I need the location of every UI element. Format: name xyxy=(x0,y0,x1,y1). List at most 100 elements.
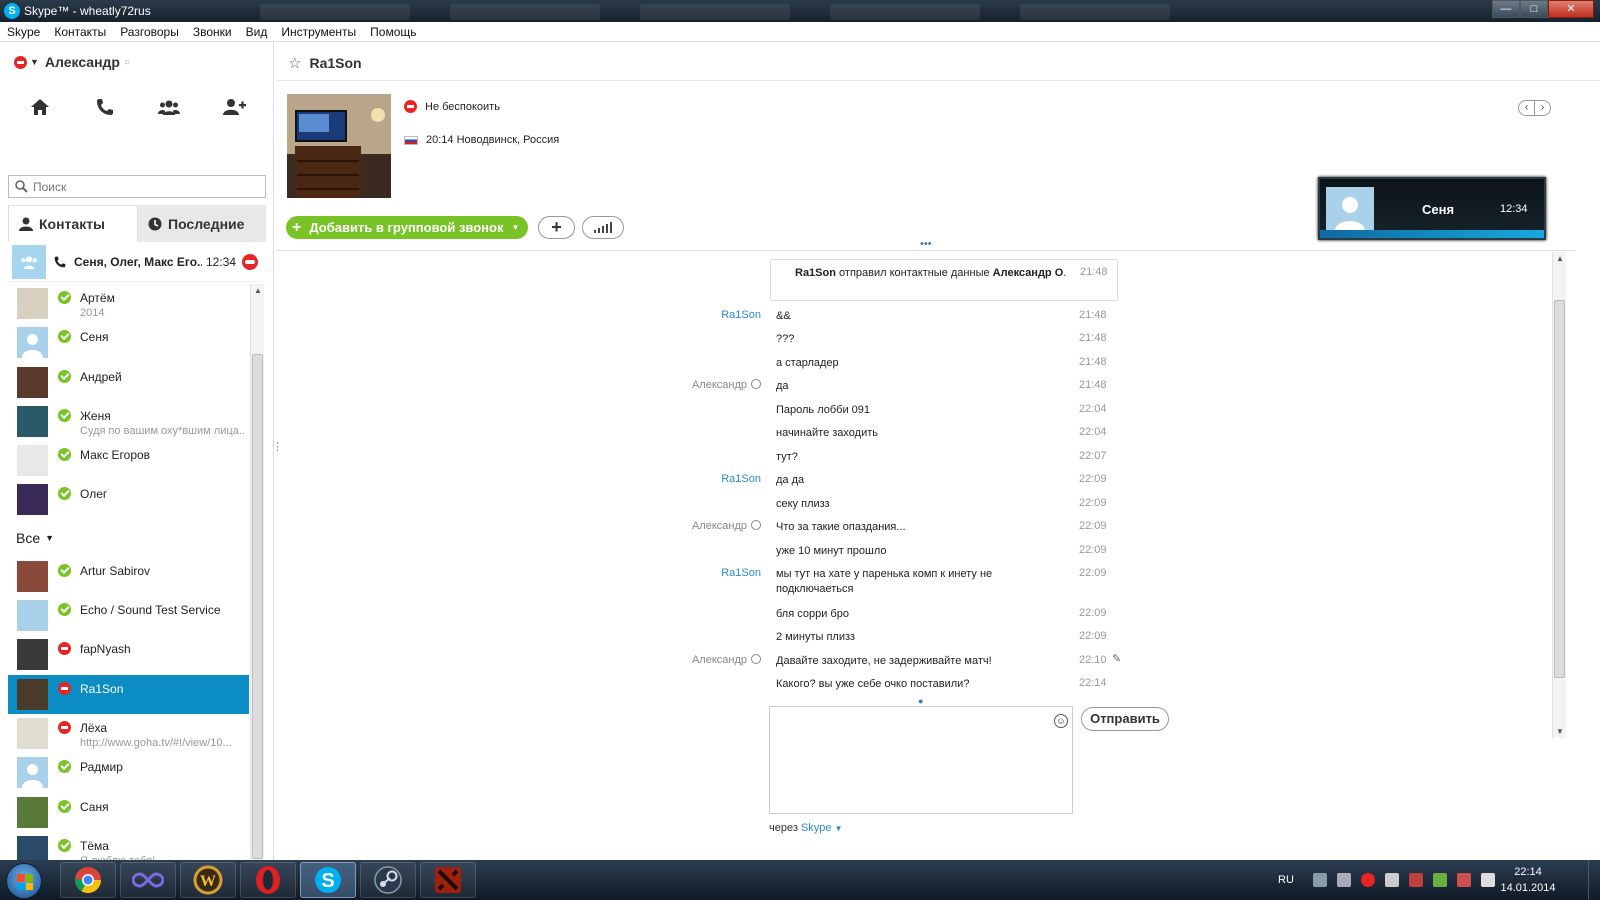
message-input[interactable] xyxy=(774,711,1044,809)
emoticon-icon[interactable]: ☺ xyxy=(1054,714,1068,728)
add-button[interactable]: + xyxy=(538,216,575,239)
skype-tray-icon[interactable] xyxy=(1360,873,1375,887)
scrollbar-thumb[interactable] xyxy=(252,354,263,859)
contact-list-scrollbar[interactable]: ▲ ▼ xyxy=(250,284,264,874)
menu-view[interactable]: Вид xyxy=(239,22,275,41)
maximize-button[interactable]: □ xyxy=(1520,0,1548,18)
profile-name[interactable]: Александр xyxy=(45,54,120,70)
volume-icon[interactable] xyxy=(1480,873,1495,887)
via-service[interactable]: Skype xyxy=(801,822,832,834)
system-clock[interactable]: 22:14 14.01.2014 xyxy=(1498,864,1558,896)
send-via-selector[interactable]: через Skype ▼ xyxy=(769,822,843,834)
close-button[interactable]: ✕ xyxy=(1548,0,1594,18)
menu-tools[interactable]: Инструменты xyxy=(274,22,363,41)
message-composer[interactable]: ☺ xyxy=(769,706,1073,814)
show-desktop-button[interactable] xyxy=(1588,860,1600,900)
home-icon[interactable] xyxy=(25,94,55,120)
update-tray-icon[interactable] xyxy=(1432,873,1447,887)
message-sender[interactable]: Александр xyxy=(692,379,761,391)
active-call-row[interactable]: Сеня, Олег, Макс Его... 12:34 xyxy=(8,242,266,282)
call-quality-button[interactable] xyxy=(582,216,624,239)
contact-row[interactable]: Олег xyxy=(8,480,249,519)
previous-arrow-icon[interactable]: ‹ xyxy=(1518,100,1535,116)
contact-row[interactable]: Сеня xyxy=(8,323,249,362)
app-tray-icon[interactable] xyxy=(1408,873,1423,887)
message-sender[interactable]: Александр xyxy=(692,654,761,666)
edit-message-icon[interactable]: ✎ xyxy=(1112,652,1121,665)
minimize-button[interactable]: — xyxy=(1492,0,1520,18)
header-collapse-handle[interactable]: ••• xyxy=(920,238,932,250)
contact-row[interactable]: Echo / Sound Test Service xyxy=(8,596,249,635)
taskbar-infinity[interactable] xyxy=(120,862,176,898)
taskbar-skype[interactable]: S xyxy=(300,862,356,898)
contact-row[interactable]: Ra1Son xyxy=(8,674,249,714)
action-center-icon[interactable] xyxy=(1456,873,1471,887)
message-sender[interactable]: Александр xyxy=(692,520,761,532)
search-input[interactable] xyxy=(33,178,261,196)
tab-contacts[interactable]: Контакты xyxy=(8,205,138,242)
hang-up-icon[interactable] xyxy=(242,253,259,270)
contact-row[interactable]: fapNyash xyxy=(8,635,249,674)
device-tray-icon[interactable] xyxy=(1384,873,1399,887)
menu-conversations[interactable]: Разговоры xyxy=(113,22,186,41)
chevron-down-icon[interactable]: ▼ xyxy=(835,824,843,833)
group-icon[interactable] xyxy=(154,94,184,120)
sound-tray-icon[interactable] xyxy=(1336,873,1351,887)
contact-mood: 2014 xyxy=(80,307,105,319)
contact-row[interactable]: Женя Судя по вашим оху*вшим лица... xyxy=(8,402,249,441)
menu-help[interactable]: Помощь xyxy=(363,22,423,41)
add-to-group-call-button[interactable]: + Добавить в групповой звонок ▼ xyxy=(286,216,528,239)
chat-panel: ☆ Ra1Son Не беспокоить 20:14 Новодвинск,… xyxy=(276,42,1600,860)
chevron-down-icon[interactable]: ▼ xyxy=(45,533,54,543)
taskbar-steam[interactable] xyxy=(360,862,416,898)
group-filter[interactable]: Все ▼ xyxy=(8,520,249,557)
avatar xyxy=(17,796,48,828)
contact-row[interactable]: Макс Егоров xyxy=(8,441,249,480)
phone-icon[interactable] xyxy=(90,94,120,120)
add-contact-icon[interactable] xyxy=(219,94,249,120)
message-row: Пароль лобби 091 22:04 xyxy=(276,403,1552,423)
menu-contacts[interactable]: Контакты xyxy=(47,22,113,41)
start-button[interactable] xyxy=(6,863,42,899)
menu-skype[interactable]: Skype xyxy=(0,22,47,41)
conversation-scrollbar[interactable]: ▲ ▼ xyxy=(1552,252,1566,738)
message-sender[interactable]: Ra1Son xyxy=(721,309,761,321)
contact-row[interactable]: Артём 2014 xyxy=(8,284,249,323)
scrollbar-thumb[interactable] xyxy=(1554,300,1565,678)
next-arrow-icon[interactable]: › xyxy=(1534,100,1551,116)
taskbar-opera[interactable] xyxy=(240,862,296,898)
dnd-status-icon[interactable] xyxy=(14,55,27,69)
menu-calls[interactable]: Звонки xyxy=(186,22,239,41)
avatar xyxy=(17,600,48,632)
message-time: 22:09 xyxy=(1079,567,1107,579)
composer-resize-handle[interactable]: ● xyxy=(918,696,923,706)
star-icon[interactable]: ☆ xyxy=(288,54,301,72)
chevron-down-icon[interactable]: ▼ xyxy=(30,57,39,67)
mood-icon: ○ xyxy=(124,56,131,68)
scroll-down-arrow-icon[interactable]: ▼ xyxy=(1556,727,1564,736)
contact-row[interactable]: Андрей xyxy=(8,363,249,402)
taskbar-dota2[interactable] xyxy=(420,862,476,898)
tab-recent[interactable]: Последние xyxy=(138,205,266,242)
steam-tray-icon[interactable] xyxy=(1312,873,1327,887)
conversation-history: Ra1Son отправил контактные данные Алекса… xyxy=(276,252,1552,742)
scroll-up-arrow-icon[interactable]: ▲ xyxy=(1556,254,1564,263)
send-button[interactable]: Отправить xyxy=(1081,707,1169,731)
contact-photo[interactable] xyxy=(287,94,391,198)
message-sender[interactable]: Ra1Son xyxy=(721,567,761,579)
contact-row[interactable]: Лёха http://www.goha.tv/#!/view/10... xyxy=(8,714,249,753)
contact-row[interactable]: Саня xyxy=(8,793,249,832)
active-call-card[interactable]: Сеня 12:34 xyxy=(1318,177,1546,240)
taskbar-warcraft[interactable]: W xyxy=(180,862,236,898)
system-message-text: Ra1Son отправил контактные данные Алекса… xyxy=(795,267,1067,279)
search-box[interactable] xyxy=(8,175,266,198)
taskbar-chrome[interactable] xyxy=(60,862,116,898)
contact-row[interactable]: Радмир xyxy=(8,753,249,792)
profile-status-switcher[interactable]: ▼ Александр ○ xyxy=(14,54,130,70)
message-sender[interactable]: Ra1Son xyxy=(721,473,761,485)
windows-logo-icon xyxy=(17,874,33,890)
scroll-up-arrow-icon[interactable]: ▲ xyxy=(254,286,262,295)
chevron-down-icon[interactable]: ▼ xyxy=(511,223,519,232)
language-indicator[interactable]: RU xyxy=(1278,874,1294,886)
contact-row[interactable]: Artur Sabirov xyxy=(8,557,249,596)
